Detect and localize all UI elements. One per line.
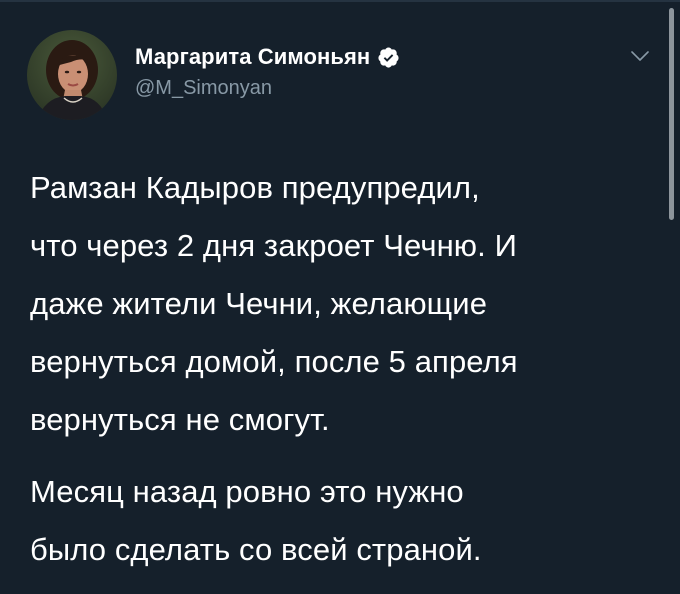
tweet-text-line: вернуться не смогут.: [30, 402, 330, 437]
tweet-text-line: Рамзан Кадыров предупредил,: [30, 170, 480, 205]
verified-badge-icon: [377, 46, 400, 69]
tweet-text-line: Месяц назад ровно это нужно: [30, 474, 464, 509]
chevron-down-icon[interactable]: [628, 44, 652, 68]
name-row: Маргарита Симоньян: [135, 43, 400, 71]
tweet-text-line: вернуться домой, после 5 апреля: [30, 344, 518, 379]
tweet-text-line: было сделать со всей страной.: [30, 532, 482, 567]
display-name[interactable]: Маргарита Симоньян: [135, 44, 370, 70]
scrollbar[interactable]: [669, 8, 674, 220]
tweet-card: Маргарита Симоньян @M_Simonyan Рамзан Ка…: [0, 0, 680, 594]
avatar-image: [27, 30, 117, 120]
divider: [0, 0, 680, 2]
tweet-paragraph: Месяц назад ровно это нужно было сделать…: [30, 463, 650, 579]
author-block[interactable]: Маргарита Симоньян @M_Simonyan: [135, 43, 400, 100]
avatar[interactable]: [27, 30, 117, 120]
tweet-text-line: даже жители Чечни, желающие: [30, 286, 488, 321]
tweet-text: Рамзан Кадыров предупредил, что через 2 …: [30, 159, 650, 579]
handle[interactable]: @M_Simonyan: [135, 77, 400, 100]
tweet-text-line: что через 2 дня закроет Чечню. И: [30, 228, 517, 263]
tweet-paragraph: Рамзан Кадыров предупредил, что через 2 …: [30, 159, 650, 449]
